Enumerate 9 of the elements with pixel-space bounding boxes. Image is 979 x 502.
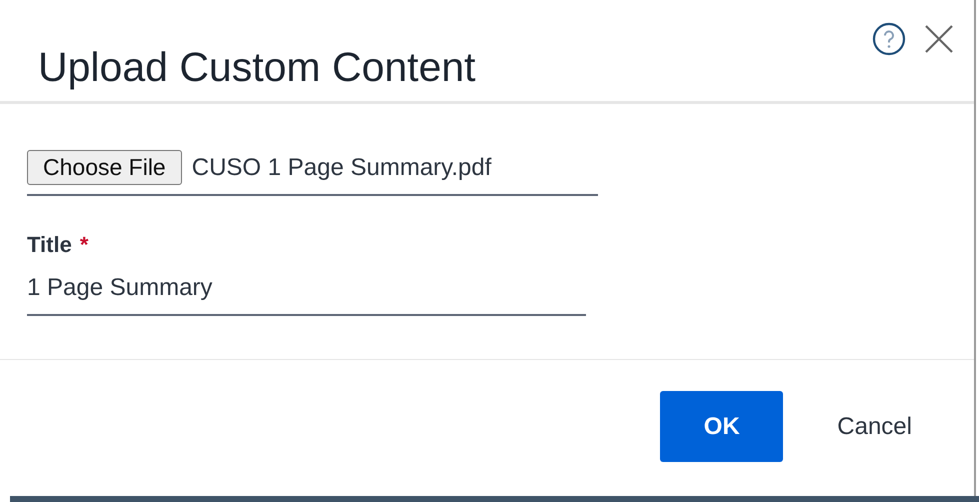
title-input-field[interactable]: 1 Page Summary: [27, 274, 586, 316]
choose-file-button[interactable]: Choose File: [27, 150, 182, 185]
help-icon[interactable]: [872, 22, 906, 56]
ok-button[interactable]: OK: [660, 391, 784, 462]
cancel-button[interactable]: Cancel: [837, 412, 912, 440]
file-name: CUSO 1 Page Summary.pdf: [192, 154, 492, 182]
dialog-title: Upload Custom Content: [38, 44, 476, 91]
field-label: Title: [27, 232, 72, 258]
required-mark: *: [80, 232, 88, 258]
